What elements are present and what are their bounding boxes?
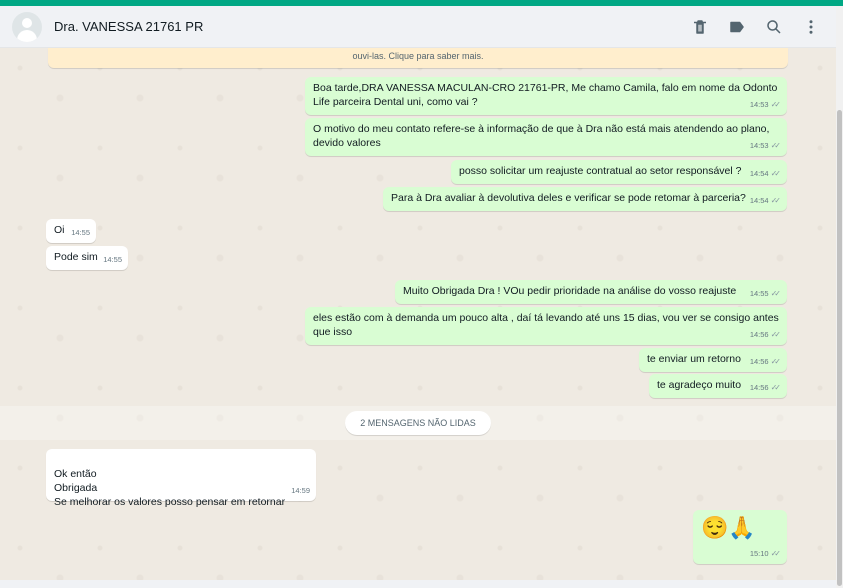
message-time: 14:53 — [749, 100, 769, 109]
message-meta: 14:54 ✓✓ — [750, 167, 781, 181]
message-meta: 14:53 ✓✓ — [750, 98, 781, 112]
delete-icon[interactable] — [689, 16, 711, 38]
message-text: Boa tarde,DRA VANESSA MACULAN-CRO 21761-… — [313, 82, 778, 108]
contact-name[interactable]: Dra. VANESSA 21761 PR — [54, 19, 203, 34]
message-meta: 14:59 — [291, 484, 310, 498]
message-meta: 14:55 — [103, 253, 122, 267]
message-bubble-outgoing[interactable]: eles estão com à demanda um pouco alta ,… — [305, 307, 787, 345]
message-text: Para à Dra avaliar à devolutiva deles e … — [391, 192, 746, 204]
message-meta: 14:56 ✓✓ — [750, 355, 781, 369]
message-emoji: 😌🙏 — [701, 515, 756, 540]
read-ticks-icon: ✓✓ — [770, 289, 782, 298]
composer-bar[interactable] — [0, 580, 836, 588]
read-ticks-icon: ✓✓ — [770, 330, 782, 339]
message-meta: 14:55 ✓✓ — [750, 287, 781, 301]
chat-header: Dra. VANESSA 21761 PR — [0, 6, 836, 48]
message-bubble-incoming[interactable]: Oi 14:55 — [46, 219, 96, 243]
encryption-notice[interactable]: ouvi-las. Clique para saber mais. — [48, 48, 788, 68]
contact-avatar[interactable] — [12, 12, 42, 42]
read-ticks-icon: ✓✓ — [770, 169, 782, 178]
message-meta: 14:53 ✓✓ — [750, 139, 781, 153]
message-text: eles estão com à demanda um pouco alta ,… — [313, 312, 779, 338]
message-bubble-outgoing[interactable]: Boa tarde,DRA VANESSA MACULAN-CRO 21761-… — [305, 77, 787, 115]
message-meta: 14:56 ✓✓ — [750, 381, 781, 395]
chat-scrollbar[interactable] — [836, 6, 843, 588]
message-meta: 14:55 — [71, 226, 90, 240]
avatar-head-shape — [22, 18, 32, 28]
read-ticks-icon: ✓✓ — [770, 196, 782, 205]
message-meta: 14:54 ✓✓ — [750, 194, 781, 208]
chat-panel[interactable]: ouvi-las. Clique para saber mais. Boa ta… — [0, 48, 836, 580]
message-bubble-incoming[interactable]: Pode sim 14:55 — [46, 246, 128, 270]
message-bubble-outgoing[interactable]: posso solicitar um reajuste contratual a… — [451, 160, 787, 184]
message-time: 14:56 — [749, 330, 769, 339]
message-time: 14:55 — [749, 289, 769, 298]
message-time: 14:56 — [749, 383, 769, 392]
read-ticks-icon: ✓✓ — [770, 141, 782, 150]
message-time: 14:55 — [71, 228, 90, 237]
avatar-body-shape — [17, 30, 37, 42]
encryption-notice-text: ouvi-las. Clique para saber mais. — [352, 51, 484, 61]
search-icon[interactable] — [763, 16, 785, 38]
message-time: 14:56 — [749, 357, 769, 366]
read-ticks-icon: ✓✓ — [770, 100, 782, 109]
menu-icon[interactable] — [800, 16, 822, 38]
scrollbar-thumb[interactable] — [837, 110, 842, 586]
message-bubble-outgoing[interactable]: Muito Obrigada Dra ! VOu pedir prioridad… — [395, 280, 787, 304]
message-text: O motivo do meu contato refere-se à info… — [313, 123, 770, 149]
read-ticks-icon: ✓✓ — [770, 549, 782, 558]
message-text: Ok então Obrigada Se melhorar os valores… — [54, 468, 286, 508]
message-time: 14:59 — [291, 486, 310, 495]
message-time: 14:53 — [749, 141, 769, 150]
read-ticks-icon: ✓✓ — [770, 357, 782, 366]
label-icon[interactable] — [726, 16, 748, 38]
message-bubble-outgoing[interactable]: te enviar um retorno 14:56 ✓✓ — [639, 348, 787, 372]
unread-messages-badge: 2 MENSAGENS NÃO LIDAS — [345, 411, 491, 435]
message-bubble-incoming[interactable]: Ok então Obrigada Se melhorar os valores… — [46, 449, 316, 508]
message-bubble-outgoing[interactable]: 😌🙏 15:10 ✓✓ — [693, 510, 787, 564]
message-meta: 14:56 ✓✓ — [750, 328, 781, 342]
message-time: 14:54 — [749, 196, 769, 205]
message-time: 14:55 — [103, 255, 122, 264]
message-time: 14:54 — [749, 169, 769, 178]
message-text: Muito Obrigada Dra ! VOu pedir prioridad… — [403, 285, 737, 297]
message-bubble-outgoing[interactable]: te agradeço muito 14:56 ✓✓ — [649, 374, 787, 398]
read-ticks-icon: ✓✓ — [770, 383, 782, 392]
message-text: posso solicitar um reajuste contratual a… — [459, 165, 742, 177]
message-bubble-outgoing[interactable]: Para à Dra avaliar à devolutiva deles e … — [383, 187, 787, 211]
message-time: 15:10 — [749, 549, 769, 558]
message-bubble-outgoing[interactable]: O motivo do meu contato refere-se à info… — [305, 118, 787, 156]
message-meta: 15:10 ✓✓ — [750, 547, 781, 561]
